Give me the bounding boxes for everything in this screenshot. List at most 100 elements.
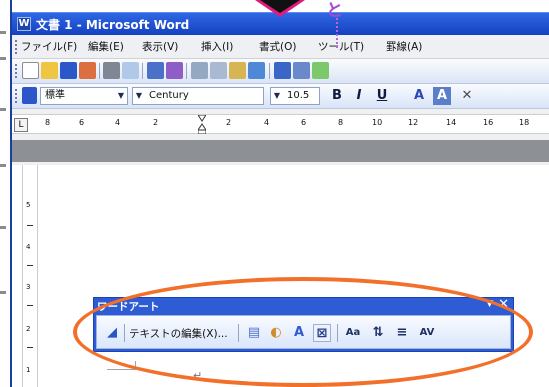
ruler-number: 8 bbox=[45, 118, 51, 127]
underline-button[interactable]: U bbox=[373, 87, 391, 105]
vertical-ruler[interactable]: 5 4 3 2 1 bbox=[22, 165, 38, 387]
tab-selector-button[interactable]: L bbox=[14, 118, 28, 132]
close-icon[interactable]: ✕ bbox=[498, 297, 509, 312]
toolbar-separator bbox=[99, 63, 100, 79]
spelling-icon[interactable] bbox=[147, 62, 164, 79]
print-preview-icon[interactable] bbox=[122, 62, 139, 79]
insert-wordart-icon[interactable]: ◢ bbox=[103, 324, 121, 342]
font-color-button[interactable]: A bbox=[410, 87, 428, 105]
paste-icon[interactable] bbox=[229, 62, 246, 79]
window-title: 文書 1 - Microsoft Word bbox=[36, 18, 190, 32]
bold-button[interactable]: B bbox=[328, 87, 346, 105]
menu-format[interactable]: 書式(O) bbox=[259, 39, 296, 54]
menu-table[interactable]: 罫線(A) bbox=[386, 39, 422, 54]
permission-icon[interactable] bbox=[79, 62, 96, 79]
horizontal-ruler[interactable]: L 8 6 4 2 2 4 6 8 10 12 14 16 18 bbox=[12, 114, 549, 135]
font-select[interactable]: Century ▼ bbox=[132, 87, 264, 105]
ruler-number: 18 bbox=[519, 118, 530, 127]
ruler-number: 14 bbox=[446, 118, 457, 127]
toolbar-grip-handle[interactable] bbox=[15, 64, 17, 78]
first-line-indent-marker[interactable] bbox=[197, 114, 207, 135]
ruler-number: 4 bbox=[115, 118, 121, 127]
open-folder-icon[interactable] bbox=[41, 62, 58, 79]
print-icon[interactable] bbox=[103, 62, 120, 79]
redo-icon[interactable] bbox=[293, 62, 310, 79]
word-app-icon[interactable]: W bbox=[17, 17, 31, 31]
vertical-ruler-number: 4 bbox=[26, 243, 31, 251]
menu-tools[interactable]: ツール(T) bbox=[318, 39, 364, 54]
toolbar-separator bbox=[337, 324, 338, 342]
paragraph-mark-icon: ↵ bbox=[193, 369, 203, 382]
chevron-down-icon[interactable]: ▼ bbox=[133, 88, 145, 104]
menu-edit[interactable]: 編集(E) bbox=[88, 39, 124, 54]
toolbar-separator bbox=[238, 324, 239, 342]
save-icon[interactable] bbox=[60, 62, 77, 79]
vertical-ruler-number: 2 bbox=[26, 325, 31, 333]
vertical-ruler-tick bbox=[27, 265, 33, 266]
vertical-ruler-number: 1 bbox=[26, 366, 31, 374]
left-window-edge bbox=[0, 0, 12, 387]
edge-marker bbox=[0, 164, 6, 167]
chevron-down-icon[interactable]: ▼ bbox=[271, 88, 283, 104]
menu-file[interactable]: ファイル(F) bbox=[21, 39, 77, 54]
wordart-gallery-icon[interactable]: ▤ bbox=[245, 324, 263, 342]
vertical-ruler-tick bbox=[27, 305, 33, 306]
font-size-value: 10.5 bbox=[287, 90, 310, 101]
edit-text-button[interactable]: テキストの編集(X)... bbox=[129, 326, 228, 341]
document-area[interactable]: 5 4 3 2 1 ↵ bbox=[12, 165, 549, 387]
toolbar-separator bbox=[142, 63, 143, 79]
callout-label: と bbox=[326, 1, 343, 21]
style-select[interactable]: 標準 ▼ bbox=[40, 87, 128, 105]
wordart-toolbar: ワードアート ▼ ✕ ◢ テキストの編集(X)... ▤ ◐ A ⊠ Aa ⇅ … bbox=[93, 297, 514, 352]
wordart-toolbar-title: ワードアート bbox=[97, 301, 160, 313]
text-effects-icon[interactable]: ✕ bbox=[458, 87, 476, 105]
vertical-ruler-tick bbox=[27, 347, 33, 348]
formatting-toolbar: 標準 ▼ Century ▼ 10.5 ▼ B I U A A ✕ bbox=[12, 84, 549, 109]
style-value: 標準 bbox=[45, 90, 65, 101]
vertical-ruler-tick bbox=[27, 225, 33, 226]
ruler-number: 6 bbox=[79, 118, 85, 127]
edge-marker bbox=[0, 31, 6, 34]
screenshot-frame: W 文書 1 - Microsoft Word ファイル(F) 編集(E) 表示… bbox=[0, 0, 549, 387]
wordart-toolbar-body: ◢ テキストの編集(X)... ▤ ◐ A ⊠ Aa ⇅ ≡ AV bbox=[96, 315, 511, 349]
ruler-number: 2 bbox=[153, 118, 159, 127]
character-spacing-button[interactable]: AV bbox=[418, 324, 436, 342]
format-painter-icon[interactable] bbox=[248, 62, 265, 79]
page-gap-strip bbox=[12, 140, 549, 162]
chevron-down-icon[interactable]: ▼ bbox=[486, 299, 493, 309]
highlight-button[interactable]: A bbox=[433, 87, 451, 105]
copy-icon[interactable] bbox=[210, 62, 227, 79]
undo-icon[interactable] bbox=[274, 62, 291, 79]
same-letter-heights-button[interactable]: Aa bbox=[344, 324, 362, 342]
ruler-number: 2 bbox=[226, 118, 232, 127]
menu-view[interactable]: 表示(V) bbox=[142, 39, 178, 54]
standard-toolbar bbox=[12, 59, 549, 84]
menu-bar: ファイル(F) 編集(E) 表示(V) 挿入(I) 書式(O) ツール(T) 罫… bbox=[12, 35, 549, 59]
chevron-down-icon[interactable]: ▼ bbox=[115, 88, 127, 104]
toolbar-separator bbox=[269, 63, 270, 79]
toolbar-separator bbox=[124, 324, 125, 342]
toolbar-separator bbox=[186, 63, 187, 79]
new-document-icon[interactable] bbox=[22, 62, 39, 79]
font-size-select[interactable]: 10.5 ▼ bbox=[270, 87, 320, 105]
font-value: Century bbox=[149, 90, 189, 101]
pointer-arrow-icon bbox=[260, 0, 300, 13]
text-wrapping-icon[interactable]: ⊠ bbox=[313, 324, 331, 342]
menu-insert[interactable]: 挿入(I) bbox=[201, 39, 233, 54]
alignment-icon[interactable]: ≡ bbox=[393, 324, 411, 342]
vertical-text-icon[interactable]: ⇅ bbox=[369, 324, 387, 342]
styles-pane-icon[interactable] bbox=[22, 87, 37, 104]
formatting-grip-handle[interactable] bbox=[15, 89, 17, 103]
ruler-number: 12 bbox=[408, 118, 419, 127]
wordart-shape-icon[interactable]: A bbox=[290, 324, 308, 342]
cut-icon[interactable] bbox=[191, 62, 208, 79]
edge-marker bbox=[0, 57, 6, 60]
menu-grip-handle[interactable] bbox=[15, 40, 17, 54]
margin-corner-marker bbox=[107, 361, 136, 370]
research-icon[interactable] bbox=[166, 62, 183, 79]
hyperlink-icon[interactable] bbox=[312, 62, 329, 79]
vertical-ruler-number: 5 bbox=[26, 201, 31, 209]
ruler-number: 10 bbox=[372, 118, 383, 127]
format-wordart-icon[interactable]: ◐ bbox=[267, 324, 285, 342]
italic-button[interactable]: I bbox=[350, 87, 368, 105]
